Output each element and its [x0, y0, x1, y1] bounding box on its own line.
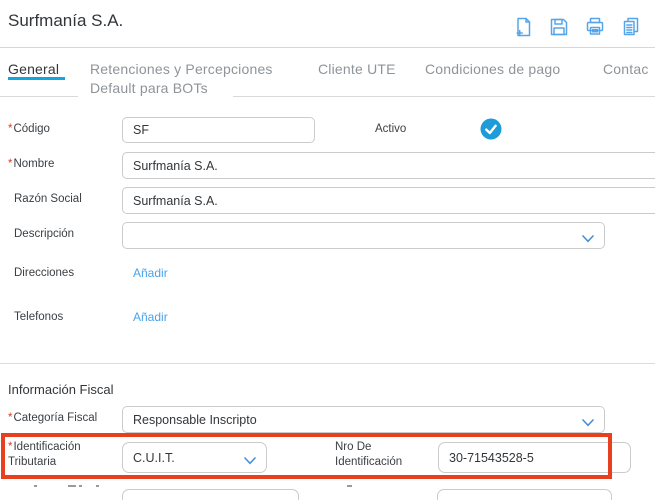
nro-de-identificacion-label: Nro De Identificación [335, 440, 430, 470]
copy-icon [620, 26, 642, 41]
nro-de-identificacion-input[interactable] [438, 442, 631, 473]
direcciones-add-link[interactable]: Añadir [133, 266, 168, 280]
copy-button[interactable] [618, 15, 644, 41]
new-document-icon [512, 26, 534, 41]
descripcion-dropdown[interactable] [122, 222, 605, 249]
page-title: Surfmanía S.A. [8, 11, 123, 31]
header-divider [0, 47, 655, 48]
print-button[interactable] [582, 15, 608, 41]
direcciones-label: Direcciones [8, 266, 74, 281]
tab-general[interactable]: General [8, 61, 59, 77]
chevron-down-icon [244, 454, 256, 468]
informacion-fiscal-heading: Información Fiscal [8, 382, 113, 397]
clipped-input[interactable] [437, 489, 612, 500]
codigo-input[interactable] [122, 117, 315, 143]
clipped-label-fragment [96, 485, 99, 487]
chevron-down-icon [582, 232, 594, 246]
nombre-label: *Nombre [8, 157, 54, 172]
tab-default-para-bots[interactable]: Default para BOTs [90, 80, 208, 96]
clipped-input[interactable] [122, 489, 299, 500]
customer-master-page: Surfmanía S.A. [0, 0, 655, 500]
activo-label: Activo [375, 122, 406, 137]
telefonos-label: Telefonos [8, 310, 63, 325]
tab-cliente-ute[interactable]: Cliente UTE [318, 61, 396, 77]
clipped-label-fragment [347, 485, 352, 487]
nombre-input[interactable] [122, 152, 655, 179]
categoria-fiscal-dropdown[interactable]: Responsable Inscripto [122, 406, 605, 433]
print-icon [584, 26, 606, 41]
identificacion-tributaria-dropdown[interactable]: C.U.I.T. [122, 442, 267, 473]
identificacion-tributaria-label: *Identificación Tributaria [8, 440, 108, 470]
tabstrip-border-left [0, 96, 78, 97]
categoria-fiscal-label: *Categoría Fiscal [8, 411, 120, 426]
telefonos-add-link[interactable]: Añadir [133, 310, 168, 324]
active-tab-underline [8, 77, 65, 80]
chevron-down-icon [582, 416, 594, 430]
section-divider [0, 363, 655, 364]
tabstrip-border-right [233, 96, 655, 97]
clipped-label-fragment [79, 485, 82, 487]
identificacion-tributaria-value: C.U.I.T. [133, 451, 175, 465]
tab-contactos-truncated[interactable]: Contac [603, 61, 649, 77]
activo-checkbox-checked-icon[interactable] [480, 118, 502, 140]
tab-retenciones-y-percepciones[interactable]: Retenciones y Percepciones [90, 61, 273, 77]
save-icon [548, 26, 570, 41]
descripcion-label: Descripción [8, 227, 74, 242]
required-marker: * [8, 123, 12, 135]
save-button[interactable] [546, 15, 572, 41]
razon-social-input[interactable] [122, 187, 655, 214]
codigo-label: *Código [8, 122, 50, 137]
tab-condiciones-de-pago[interactable]: Condiciones de pago [425, 61, 560, 77]
new-document-button[interactable] [510, 15, 536, 41]
clipped-label-fragment [34, 485, 37, 487]
razon-social-label: Razón Social [8, 192, 82, 207]
categoria-fiscal-value: Responsable Inscripto [133, 413, 257, 427]
clipped-label-fragment [68, 485, 76, 487]
